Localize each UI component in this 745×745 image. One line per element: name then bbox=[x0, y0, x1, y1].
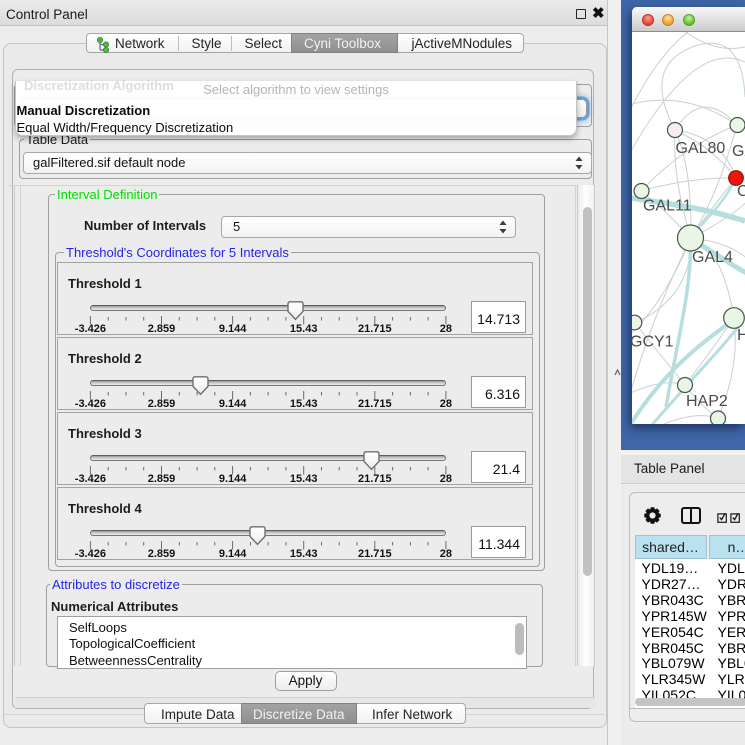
svg-text:HAP2: HAP2 bbox=[686, 393, 728, 410]
svg-text:GAL11: GAL11 bbox=[643, 197, 692, 214]
svg-text:GCY1: GCY1 bbox=[632, 333, 674, 350]
svg-text:GAL4: GAL4 bbox=[692, 249, 733, 266]
svg-text:GA: GA bbox=[732, 143, 745, 160]
svg-text:H: H bbox=[737, 327, 745, 344]
svg-text:C: C bbox=[737, 183, 745, 200]
svg-text:GAL80: GAL80 bbox=[676, 140, 726, 157]
